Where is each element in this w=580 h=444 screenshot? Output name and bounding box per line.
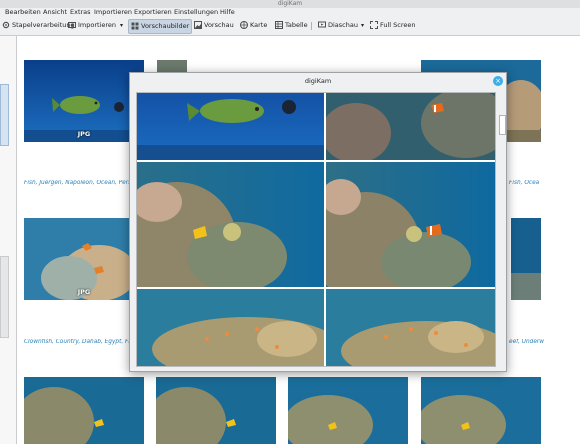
dialog-thumbnail-reef-slope-2[interactable] (326, 289, 495, 366)
globe-icon (240, 21, 248, 29)
thumbnail-reef-4[interactable] (421, 377, 541, 444)
sidebar-scroll[interactable] (0, 256, 9, 338)
menu-bar: Bearbeiten Ansicht Extras Importieren Ex… (0, 8, 580, 17)
thumbnails-button[interactable]: Vorschaubilder (128, 19, 193, 34)
close-button[interactable]: × (493, 76, 503, 86)
left-sidebar (0, 36, 17, 444)
image-icon (194, 21, 202, 29)
chevron-down-icon: ▾ (361, 22, 365, 29)
menu-extras[interactable]: Extras (70, 8, 91, 17)
preview-label: Vorschau (204, 21, 234, 29)
thumbnail-napoleon-fish[interactable]: JPG (24, 60, 144, 142)
dialog-thumbnail-coral-clownfish[interactable] (326, 162, 495, 287)
preview-button[interactable]: Vorschau (192, 19, 236, 32)
dialog-thumbnail-reef-slope-1[interactable] (137, 289, 324, 366)
menu-bearbeiten[interactable]: Bearbeiten (5, 8, 41, 17)
scrollbar-handle[interactable] (499, 115, 506, 135)
fullscreen-label: Full Screen (380, 21, 416, 29)
dialog-scrollbar[interactable] (498, 93, 506, 364)
menu-einstellungen[interactable]: Einstellungen (174, 8, 218, 17)
map-label: Karte (250, 21, 268, 29)
table-icon (275, 21, 283, 29)
menu-hilfe[interactable]: Hilfe (220, 8, 235, 17)
import-label: Importieren (78, 21, 117, 29)
table-label: Tabelle (285, 21, 308, 29)
toolbar-separator (311, 22, 312, 30)
import-icon (68, 22, 76, 28)
fullscreen-icon (370, 21, 378, 29)
close-icon: × (495, 77, 501, 85)
dialog-thumbnail-napoleon[interactable] (137, 93, 324, 160)
format-badge: JPG (77, 130, 91, 138)
thumbnail-reef-3[interactable] (288, 377, 408, 444)
thumbnail-caption: Clownfish, Country, Dahab, Egypt, Fish, … (24, 339, 139, 345)
dialog-title: digiKam (304, 77, 332, 85)
grid-icon (131, 22, 139, 30)
thumbnails-label: Vorschaubilder (141, 22, 190, 30)
thumbnail-reef-2[interactable] (156, 377, 276, 444)
fullscreen-button[interactable]: Full Screen (368, 19, 418, 32)
menu-ansicht[interactable]: Ansicht (43, 8, 67, 17)
thumbnail-caption: eef, Underw (509, 339, 545, 345)
import-button[interactable]: Importieren (66, 19, 118, 32)
slideshow-button[interactable]: Diaschau (316, 19, 360, 32)
table-button[interactable]: Tabelle (273, 19, 310, 32)
thumbnail-reef-1[interactable] (24, 377, 144, 444)
import-dropdown[interactable]: ▾ (118, 19, 125, 32)
thumbnail-clownfish-anemone[interactable]: JPG (24, 218, 144, 300)
menu-importieren[interactable]: Importieren (94, 8, 132, 17)
slideshow-dropdown[interactable]: ▾ (359, 19, 366, 32)
thumbnail-caption: Fish, Ocea (509, 180, 540, 186)
dialog-image-grid (136, 92, 496, 367)
format-badge: JPG (77, 288, 91, 296)
dialog-thumbnail-reef-clownfish[interactable] (326, 93, 495, 160)
main-toolbar: Stapelverarbeitung Importieren ▾ Vorscha… (0, 17, 580, 36)
slideshow-label: Diaschau (328, 21, 358, 29)
gear-icon (2, 21, 10, 29)
thumbnail-partial[interactable] (511, 218, 541, 300)
slideshow-icon (318, 21, 326, 28)
chevron-down-icon: ▾ (120, 22, 124, 29)
menu-exportieren[interactable]: Exportieren (134, 8, 172, 17)
map-button[interactable]: Karte (238, 19, 269, 32)
window-title: digiKam (0, 0, 580, 8)
sidebar-selection[interactable] (0, 84, 9, 146)
dialog-thumbnail-coral-yellow[interactable] (137, 162, 324, 287)
preview-dialog: digiKam × (129, 72, 507, 372)
